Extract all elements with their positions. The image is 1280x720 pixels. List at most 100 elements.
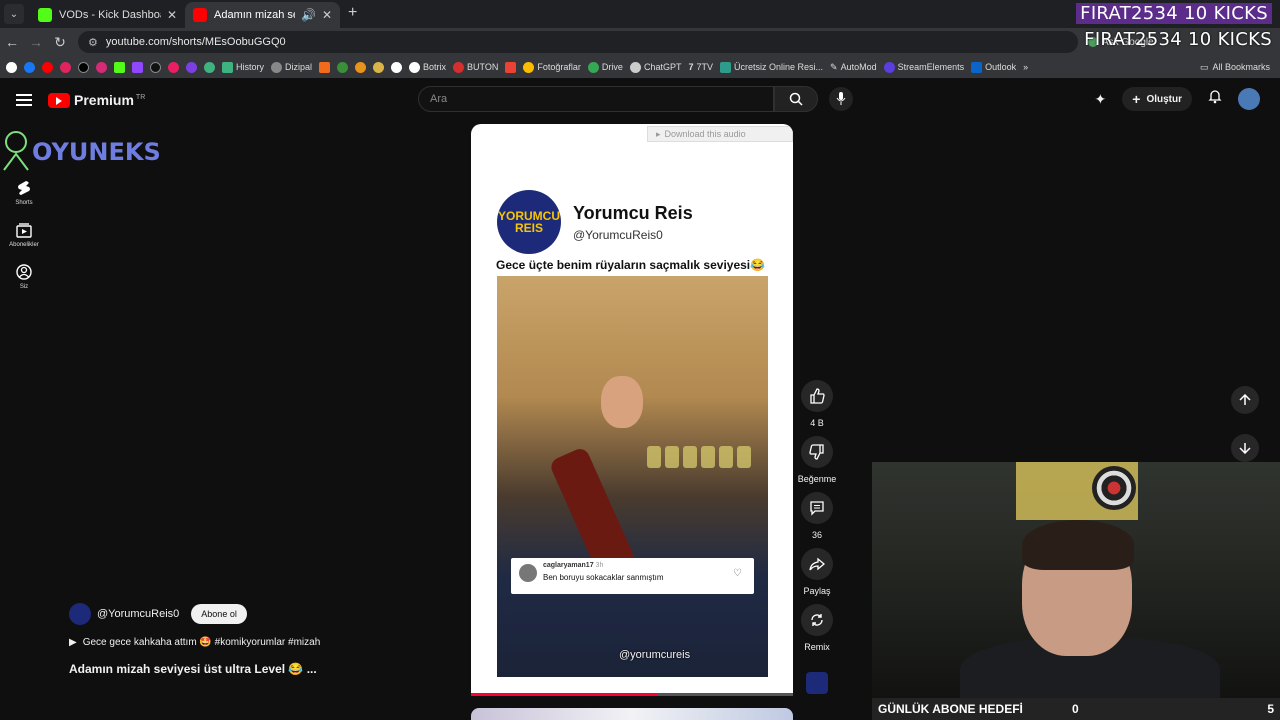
search-input[interactable]: Ara (418, 86, 774, 112)
forward-icon[interactable]: → (24, 34, 48, 50)
dislike-icon (809, 444, 824, 460)
bookmark-7tv[interactable]: 7 7TV (688, 62, 713, 72)
bookmark-drive[interactable]: Drive (587, 61, 623, 73)
purple-site-icon[interactable] (186, 61, 197, 73)
bookmark-fotograflar[interactable]: Fotoğraflar (523, 61, 581, 73)
site-settings-icon[interactable]: ⚙ (88, 36, 98, 49)
like-icon (810, 388, 825, 404)
comment-user: caglaryaman17 (543, 562, 594, 569)
action-column: 4 B Beğenme 36 Paylaş Remix (797, 380, 837, 660)
subscribe-button[interactable]: Abone ol (191, 604, 247, 624)
url-field[interactable]: ⚙ youtube.com/shorts/MEsOobuGGQ0 (78, 31, 1078, 53)
share-button[interactable]: Paylaş (801, 548, 833, 598)
audio-source-thumbnail[interactable] (806, 672, 828, 694)
buton-icon (453, 61, 465, 73)
tab-search-icon[interactable]: ⌄ (4, 4, 24, 24)
brand-text: OYUNEKS (32, 138, 161, 166)
instagram-icon[interactable] (96, 61, 107, 73)
green-site-icon[interactable] (204, 61, 215, 73)
channel-handle-link[interactable]: @YorumcuReis0 (97, 608, 179, 620)
short-title[interactable]: Adamın mizah seviyesi üst ultra Level 😂 … (69, 662, 320, 676)
green-man-icon[interactable] (337, 61, 349, 73)
nav-item-you[interactable]: Siz (0, 264, 48, 290)
notifications-icon[interactable] (1208, 89, 1222, 109)
youtube-play-icon (48, 92, 70, 108)
menu-icon[interactable] (16, 91, 32, 109)
gmail-icon[interactable] (505, 61, 517, 73)
remix-button[interactable]: Remix (801, 604, 833, 654)
reload-icon[interactable]: ↻ (48, 34, 72, 51)
extension-icon[interactable]: ✦ (1095, 91, 1107, 108)
all-bookmarks-button[interactable]: ▭ All Bookmarks (1200, 62, 1270, 73)
red-site-icon[interactable] (60, 61, 71, 73)
nav-item-shorts[interactable]: Shorts (0, 180, 48, 206)
youtube-logo[interactable]: Premium TR (48, 92, 145, 108)
channel-logo: YORUMCU REIS (497, 190, 561, 254)
avatar[interactable] (1238, 88, 1260, 110)
bookmark-streamelements[interactable]: StreamElements (883, 61, 964, 73)
back-icon[interactable]: ← (0, 34, 24, 50)
bookmark-botrix[interactable]: Botrix (409, 61, 446, 73)
close-tab-icon[interactable]: ✕ (322, 8, 332, 22)
tab-youtube-short[interactable]: Adamın mizah seviyesi üst 🔊 ✕ (185, 2, 340, 28)
tab-kick-dashboard[interactable]: VODs - Kick Dashboard ✕ (30, 2, 185, 28)
short-video-player[interactable]: ▸ Download this audio YORUMCU REIS Yorum… (471, 124, 793, 696)
dislike-label: Beğenme (797, 474, 837, 484)
audio-icon[interactable]: 🔊 (301, 8, 316, 22)
pink-site-icon[interactable] (168, 61, 179, 73)
youtube-icon[interactable] (42, 61, 53, 73)
like-button[interactable]: 4 B (801, 380, 833, 430)
mascot-icon (3, 131, 29, 171)
goal-current: 0 (1072, 702, 1079, 716)
next-short-preview[interactable] (471, 708, 793, 720)
progress-bar[interactable] (471, 693, 793, 696)
download-audio-button[interactable]: ▸ Download this audio (647, 126, 793, 142)
nav-item-subscriptions[interactable]: Abonelikler (0, 222, 48, 248)
twitch-icon[interactable] (132, 61, 143, 73)
automod-icon: ✎ (830, 61, 838, 72)
search-button[interactable] (774, 86, 818, 112)
resim-icon (719, 61, 731, 73)
you-icon (16, 264, 32, 280)
bookmark-automod[interactable]: ✎ AutoMod (830, 62, 877, 73)
plus-icon: + (1132, 91, 1141, 107)
facebook-icon[interactable] (24, 61, 35, 73)
voice-search-button[interactable] (829, 87, 853, 111)
comments-button[interactable]: 36 (801, 492, 833, 542)
orange-k-icon[interactable] (319, 61, 331, 73)
kick-alert-text: FIRAT2534 10 KICKS (1076, 3, 1272, 24)
google-icon[interactable] (6, 61, 17, 73)
tiktok-icon[interactable] (150, 61, 161, 73)
dislike-button[interactable]: Beğenme (797, 436, 837, 486)
arrow-down-icon (1239, 443, 1251, 454)
circle-icon[interactable] (391, 61, 403, 73)
logo-text: Premium (74, 92, 134, 108)
bookmark-chatgpt[interactable]: ChatGPT (629, 61, 681, 73)
history-icon (222, 61, 233, 73)
bookmark-outlook[interactable]: Outlook (971, 61, 1016, 73)
previous-short-button[interactable] (1231, 386, 1259, 414)
new-tab-icon[interactable]: + (348, 4, 357, 22)
more-bookmarks-icon[interactable]: » (1023, 62, 1028, 72)
comment-count: 36 (811, 530, 822, 540)
close-tab-icon[interactable]: ✕ (167, 8, 177, 22)
audio-link[interactable]: ▶ Gece gece kahkaha attım 🤩 #komikyoruml… (69, 637, 320, 648)
bookmark-history[interactable]: History (222, 61, 264, 73)
remix-icon (811, 614, 823, 626)
next-short-button[interactable] (1231, 434, 1259, 462)
channel-avatar[interactable] (69, 603, 91, 625)
webcam-overlay (872, 462, 1280, 698)
progress-fill (471, 693, 658, 696)
create-button[interactable]: + Oluştur (1122, 87, 1192, 111)
comment-time: 3h (595, 562, 604, 569)
x-icon[interactable] (78, 61, 89, 73)
microphone-icon (836, 92, 846, 105)
bookmark-buton[interactable]: BUTON (453, 61, 498, 73)
kick-icon[interactable] (114, 61, 125, 73)
bird-icon[interactable] (373, 61, 385, 73)
bookmark-dizipal[interactable]: Dizipal (271, 61, 312, 73)
fox-icon[interactable] (355, 61, 367, 73)
subscriber-goal-bar: GÜNLÜK ABONE HEDEFİ 0 5 (872, 698, 1280, 720)
bookmark-resim[interactable]: Ücretsiz Online Resi... (719, 61, 823, 73)
dizipal-icon (271, 61, 283, 73)
